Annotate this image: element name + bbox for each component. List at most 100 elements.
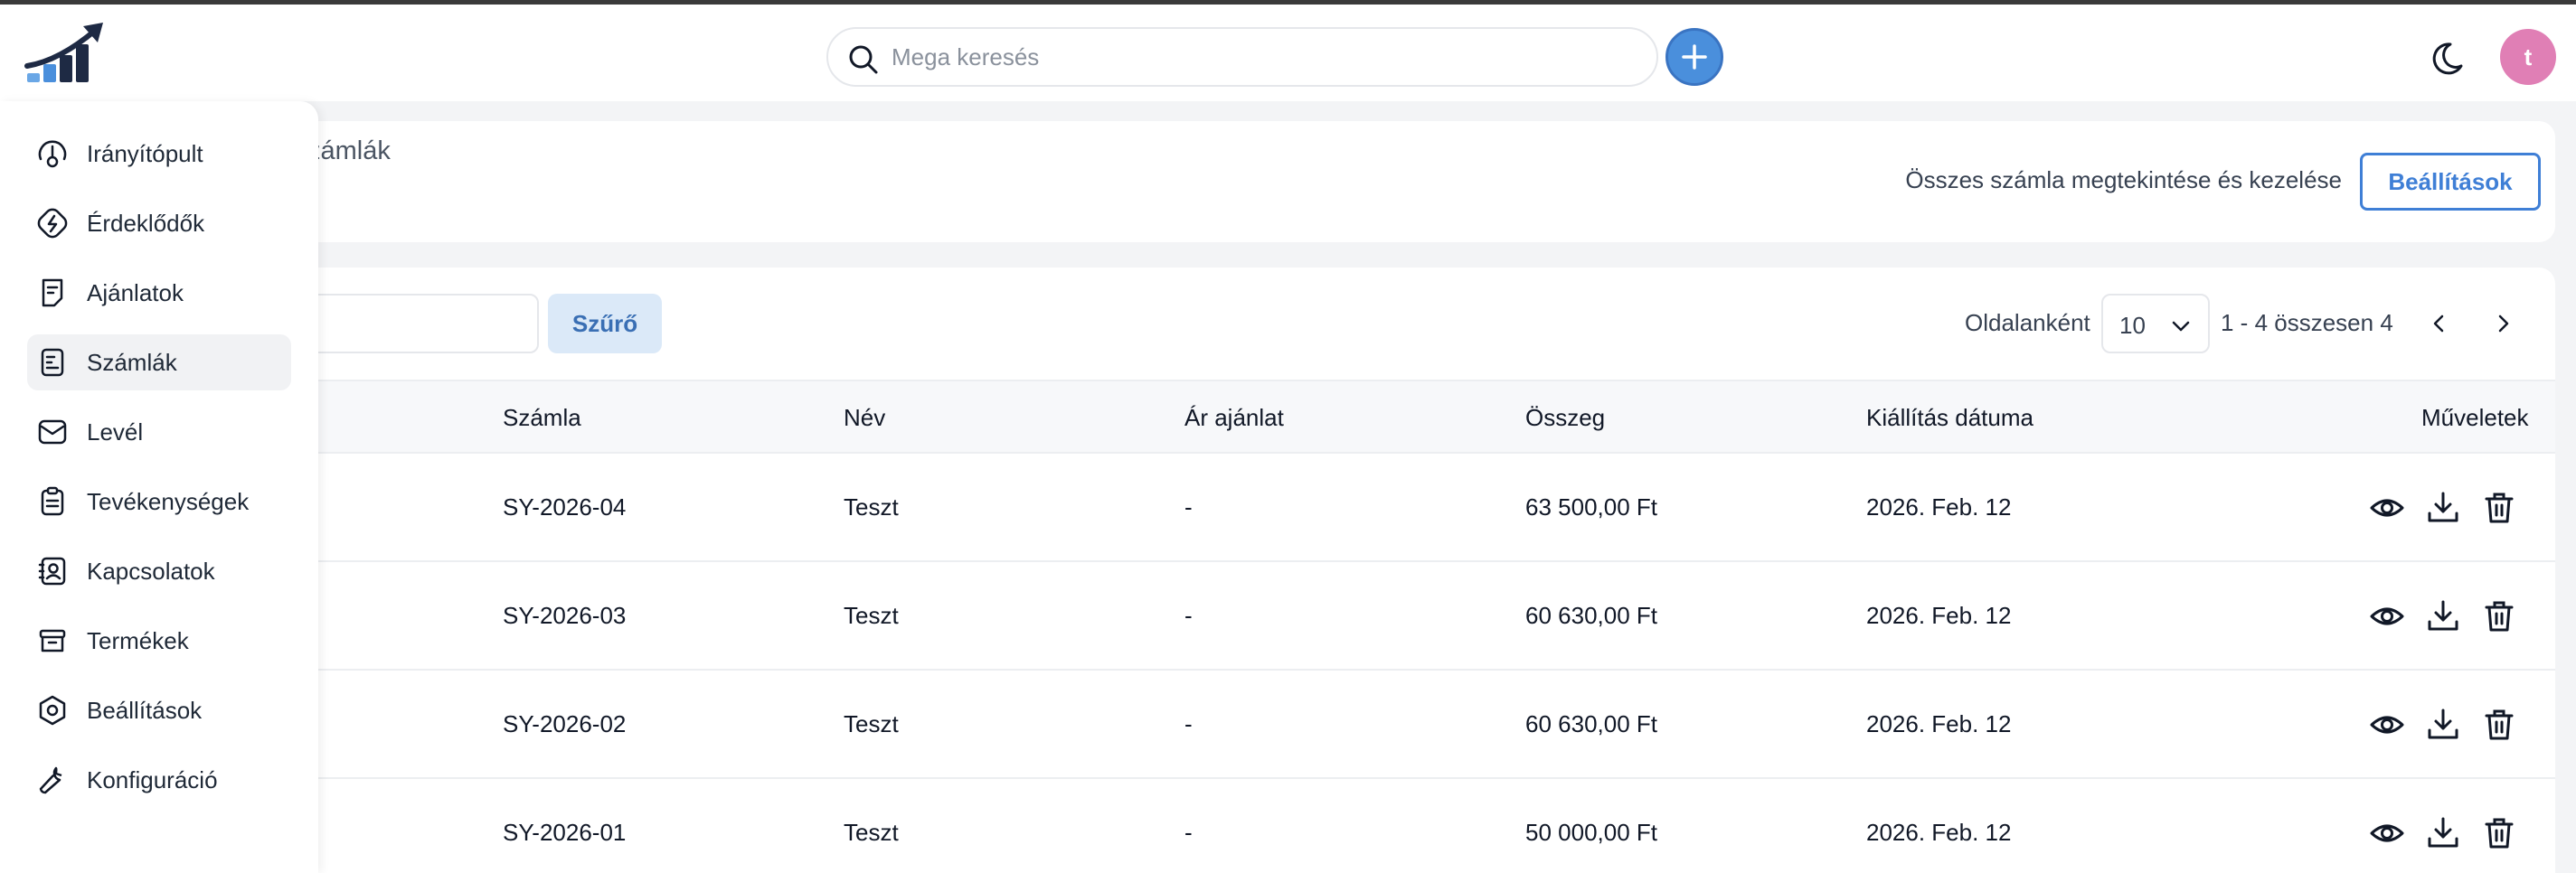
issue-date: 2026. Feb. 12 xyxy=(1866,602,2012,629)
sidebar-item-activities[interactable]: Tevékenységek xyxy=(27,474,291,530)
per-page-value: 10 xyxy=(2119,312,2146,339)
search-input[interactable] xyxy=(892,38,1633,76)
sidebar-item-invoices[interactable]: Számlák xyxy=(27,334,291,390)
download-button[interactable] xyxy=(2423,488,2463,528)
prev-page-button[interactable] xyxy=(2420,304,2459,343)
download-icon xyxy=(2428,600,2458,631)
sidebar-item-label: Irányítópult xyxy=(87,140,203,167)
sidebar-item-dashboard[interactable]: Irányítópult xyxy=(27,126,291,182)
invoice-table-card: Szűrő Oldalanként 10 1 - 4 összesen 4 Sz… xyxy=(172,268,2555,873)
delete-button[interactable] xyxy=(2479,705,2519,745)
column-header-issue-date[interactable]: Kiállítás dátuma xyxy=(1866,404,2033,432)
invoice-number[interactable]: SY-2026-01 xyxy=(503,819,626,847)
view-button[interactable] xyxy=(2367,596,2407,636)
sidebar-item-label: Termékek xyxy=(87,627,189,654)
page-header-card: zámlák Összes számla megtekintése és kez… xyxy=(172,121,2555,242)
column-header-name[interactable]: Név xyxy=(844,404,885,432)
filter-button[interactable]: Szűrő xyxy=(548,294,662,353)
sidebar-item-contacts[interactable]: Kapcsolatok xyxy=(27,543,291,599)
download-button[interactable] xyxy=(2423,705,2463,745)
page-title: zámlák xyxy=(307,136,391,165)
sidebar-item-leads[interactable]: Érdeklődők xyxy=(27,195,291,251)
next-page-button[interactable] xyxy=(2483,304,2523,343)
invoice-number[interactable]: SY-2026-03 xyxy=(503,602,626,630)
sidebar-item-label: Számlák xyxy=(87,349,177,376)
eye-icon xyxy=(2370,716,2404,734)
view-button[interactable] xyxy=(2367,488,2407,528)
pagination-range: 1 - 4 összesen 4 xyxy=(2221,309,2393,336)
sidebar-item-mail[interactable]: Levél xyxy=(27,404,291,460)
issue-date: 2026. Feb. 12 xyxy=(1866,819,2012,846)
add-button[interactable] xyxy=(1665,28,1723,86)
row-actions xyxy=(2367,705,2530,745)
table-row[interactable]: SY-2026-01 Teszt - 50 000,00 Ft 2026. Fe… xyxy=(172,779,2555,873)
download-button[interactable] xyxy=(2423,596,2463,636)
eye-icon xyxy=(2370,607,2404,625)
sidebar-item-label: Konfiguráció xyxy=(87,766,218,793)
invoice-icon xyxy=(41,348,64,377)
trash-icon xyxy=(2485,709,2514,740)
table-row[interactable]: SY-2026-04 Teszt - 63 500,00 Ft 2026. Fe… xyxy=(172,454,2555,562)
invoice-number[interactable]: SY-2026-04 xyxy=(503,493,626,521)
gauge-icon xyxy=(38,140,67,168)
download-button[interactable] xyxy=(2423,813,2463,853)
issue-date: 2026. Feb. 12 xyxy=(1866,710,2012,737)
trash-icon xyxy=(2485,818,2514,849)
table-row[interactable]: SY-2026-03 Teszt - 60 630,00 Ft 2026. Fe… xyxy=(172,562,2555,671)
user-avatar[interactable]: t xyxy=(2500,29,2556,85)
download-icon xyxy=(2428,492,2458,522)
per-page-select[interactable]: 10 xyxy=(2101,294,2210,353)
invoice-number[interactable]: SY-2026-02 xyxy=(503,710,626,738)
sidebar-item-configuration[interactable]: Konfiguráció xyxy=(27,752,291,808)
view-button[interactable] xyxy=(2367,813,2407,853)
mail-icon xyxy=(38,419,67,445)
logo-icon[interactable] xyxy=(24,21,110,89)
sidebar-item-label: Levél xyxy=(87,418,144,446)
dark-mode-toggle-icon[interactable] xyxy=(2432,37,2472,77)
sidebar: Irányítópult Érdeklődők Ajánlatok Számlá… xyxy=(0,101,318,873)
trash-icon xyxy=(2485,601,2514,632)
view-button[interactable] xyxy=(2367,705,2407,745)
download-icon xyxy=(2428,817,2458,848)
amount-value: 50 000,00 Ft xyxy=(1525,819,1657,846)
customer-name: Teszt xyxy=(844,710,899,737)
top-bar: t xyxy=(0,5,2576,101)
customer-name: Teszt xyxy=(844,819,899,846)
clipboard-icon xyxy=(41,486,64,516)
per-page-label: Oldalanként xyxy=(1965,309,2090,336)
delete-button[interactable] xyxy=(2479,813,2519,853)
table-header: Számla Név Ár ajánlat Összeg Kiállítás d… xyxy=(172,380,2555,454)
contacts-icon xyxy=(38,557,66,586)
offer-value: - xyxy=(1184,710,1193,737)
page-description: Összes számla megtekintése és kezelése xyxy=(1905,166,2342,193)
chevron-left-icon xyxy=(2433,314,2444,333)
sidebar-item-settings[interactable]: Beállítások xyxy=(27,682,291,738)
sidebar-item-label: Beállítások xyxy=(87,697,203,724)
column-header-amount[interactable]: Összeg xyxy=(1525,404,1605,432)
delete-button[interactable] xyxy=(2479,488,2519,528)
archive-icon xyxy=(39,629,66,652)
table-row[interactable]: SY-2026-02 Teszt - 60 630,00 Ft 2026. Fe… xyxy=(172,671,2555,779)
row-actions xyxy=(2367,488,2530,528)
sidebar-item-offers[interactable]: Ajánlatok xyxy=(27,265,291,321)
offer-value: - xyxy=(1184,602,1193,629)
offer-value: - xyxy=(1184,493,1193,521)
sidebar-item-products[interactable]: Termékek xyxy=(27,613,291,669)
amount-value: 60 630,00 Ft xyxy=(1525,602,1657,629)
column-header-offer[interactable]: Ár ajánlat xyxy=(1184,404,1284,432)
delete-button[interactable] xyxy=(2479,596,2519,636)
chevron-down-icon xyxy=(2172,321,2190,332)
issue-date: 2026. Feb. 12 xyxy=(1866,493,2012,521)
settings-icon xyxy=(39,695,66,726)
leads-icon xyxy=(37,208,68,239)
plus-icon xyxy=(1682,44,1707,70)
column-header-invoice[interactable]: Számla xyxy=(503,404,581,432)
row-actions xyxy=(2367,813,2530,853)
amount-value: 63 500,00 Ft xyxy=(1525,493,1657,521)
column-header-actions: Műveletek xyxy=(2421,404,2529,431)
settings-button[interactable]: Beállítások xyxy=(2360,153,2541,211)
customer-name: Teszt xyxy=(844,602,899,629)
search-icon xyxy=(849,45,878,74)
sidebar-item-label: Érdeklődők xyxy=(87,210,205,237)
global-search[interactable] xyxy=(826,27,1658,87)
